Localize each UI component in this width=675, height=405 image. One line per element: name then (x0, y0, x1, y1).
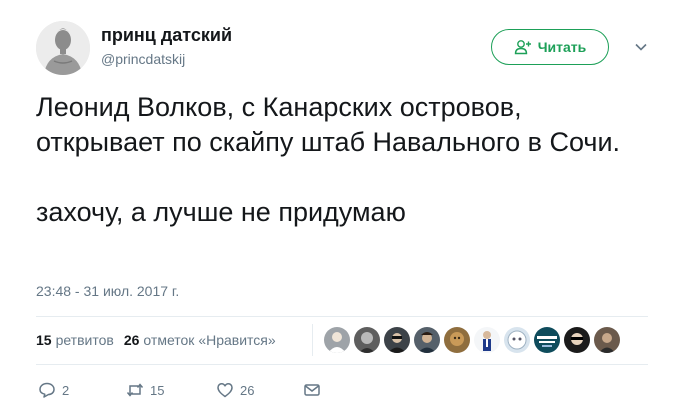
likes-stat[interactable]: 26 отметок «Нравится» (124, 332, 276, 348)
liker-avatar[interactable] (414, 327, 440, 353)
reply-count: 2 (62, 382, 70, 398)
liker-avatar[interactable] (594, 327, 620, 353)
liker-avatar[interactable] (444, 327, 470, 353)
reply-button[interactable]: 2 (38, 381, 126, 399)
liker-avatars (324, 327, 620, 353)
direct-message-button[interactable] (303, 381, 321, 399)
retweets-stat[interactable]: 15 ретвитов (36, 332, 114, 348)
stats-separator (312, 324, 313, 356)
reply-icon (39, 382, 55, 398)
liker-avatar[interactable] (504, 327, 530, 353)
author-avatar[interactable] (36, 21, 90, 75)
divider (36, 316, 648, 317)
envelope-icon (304, 384, 320, 396)
tweet-card: принц датский @princdatskij Читать Леони… (0, 0, 675, 405)
heart-icon (217, 383, 233, 398)
like-button[interactable]: 26 (216, 381, 303, 399)
liker-avatar[interactable] (384, 327, 410, 353)
liker-avatar[interactable] (324, 327, 350, 353)
tweet-text: Леонид Волков, с Канарских островов, отк… (36, 92, 621, 227)
liker-avatar[interactable] (474, 327, 500, 353)
retweet-count: 15 (150, 382, 165, 398)
retweets-label: ретвитов (55, 332, 114, 348)
author-handle[interactable]: @princdatskij (101, 50, 232, 68)
like-count: 26 (240, 382, 255, 398)
author-display-name[interactable]: принц датский (101, 24, 232, 46)
tweet-stats: 15 ретвитов 26 отметок «Нравится» (36, 332, 276, 348)
chevron-down-icon[interactable] (634, 40, 648, 54)
add-user-icon (514, 40, 531, 55)
liker-avatar[interactable] (354, 327, 380, 353)
retweets-count: 15 (36, 332, 52, 348)
tweet-actions: 2 15 26 (38, 381, 321, 399)
likes-count: 26 (123, 332, 140, 348)
likes-label: отметок «Нравится» (143, 332, 276, 348)
statue-avatar-icon (36, 21, 90, 75)
divider (36, 364, 648, 365)
follow-button[interactable]: Читать (491, 29, 609, 65)
liker-avatar[interactable] (534, 327, 560, 353)
retweet-icon (126, 383, 144, 397)
liker-avatar[interactable] (564, 327, 590, 353)
tweet-timestamp[interactable]: 23:48 - 31 июл. 2017 г. (36, 283, 179, 299)
follow-button-label: Читать (537, 39, 587, 55)
author-info: принц датский @princdatskij (101, 24, 232, 68)
retweet-button[interactable]: 15 (126, 381, 216, 399)
